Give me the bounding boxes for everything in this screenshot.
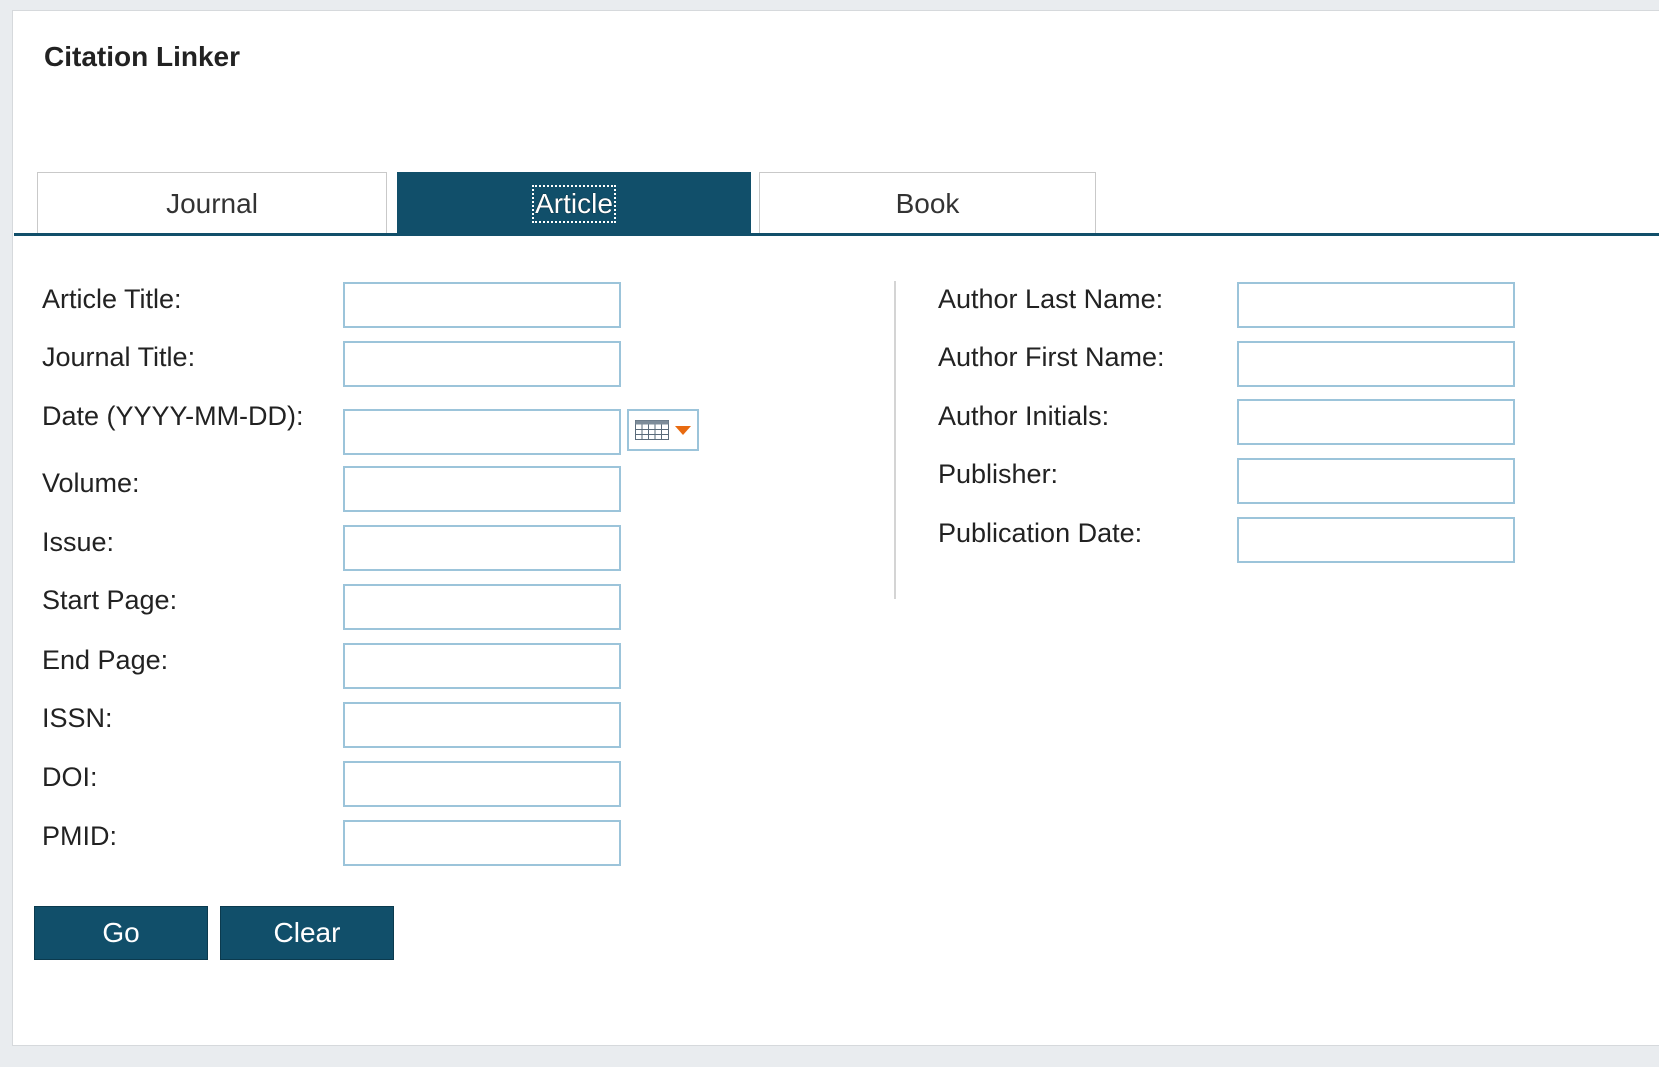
volume-label: Volume: (42, 468, 140, 498)
publication-date-input[interactable] (1237, 517, 1515, 563)
go-button[interactable]: Go (34, 906, 208, 960)
issue-label: Issue: (42, 527, 115, 557)
tab-book[interactable]: Book (759, 172, 1096, 234)
author-last-name-input[interactable] (1237, 282, 1515, 328)
tab-book-label: Book (895, 187, 960, 219)
end-page-input[interactable] (343, 643, 621, 689)
go-button-label: Go (102, 917, 140, 948)
page-title: Citation Linker (44, 41, 241, 72)
date-picker-button[interactable] (627, 409, 699, 451)
author-initials-label: Author Initials: (938, 401, 1110, 431)
issn-input[interactable] (343, 702, 621, 748)
article-title-label: Article Title: (42, 284, 182, 314)
calendar-icon (635, 420, 669, 440)
author-initials-input[interactable] (1237, 399, 1515, 445)
doi-input[interactable] (343, 761, 621, 807)
date-label: Date (YYYY-MM-DD): (42, 401, 304, 431)
tab-underline (14, 233, 1659, 236)
dropdown-arrow-icon (675, 425, 691, 435)
pmid-label: PMID: (42, 821, 118, 851)
journal-title-label: Journal Title: (42, 342, 196, 372)
publication-date-label: Publication Date: (938, 518, 1143, 548)
issn-label: ISSN: (42, 703, 113, 733)
start-page-label: Start Page: (42, 585, 178, 615)
publisher-label: Publisher: (938, 459, 1059, 489)
clear-button-label: Clear (273, 917, 341, 948)
column-divider (894, 281, 896, 599)
start-page-input[interactable] (343, 584, 621, 630)
author-first-name-input[interactable] (1237, 341, 1515, 387)
tab-journal-label: Journal (166, 187, 258, 219)
author-first-name-label: Author First Name: (938, 342, 1165, 372)
tab-article[interactable]: Article (397, 172, 751, 234)
author-last-name-label: Author Last Name: (938, 284, 1164, 314)
clear-button[interactable]: Clear (220, 906, 394, 960)
issue-input[interactable] (343, 525, 621, 571)
article-title-input[interactable] (343, 282, 621, 328)
date-input[interactable] (343, 409, 621, 455)
volume-input[interactable] (343, 466, 621, 512)
tab-article-label: Article (532, 184, 616, 223)
citation-linker-panel: Citation Linker Journal Article Book Art… (12, 10, 1659, 1046)
publisher-input[interactable] (1237, 458, 1515, 504)
pmid-input[interactable] (343, 820, 621, 866)
journal-title-input[interactable] (343, 341, 621, 387)
tab-journal[interactable]: Journal (37, 172, 387, 234)
end-page-label: End Page: (42, 645, 169, 675)
doi-label: DOI: (42, 762, 98, 792)
